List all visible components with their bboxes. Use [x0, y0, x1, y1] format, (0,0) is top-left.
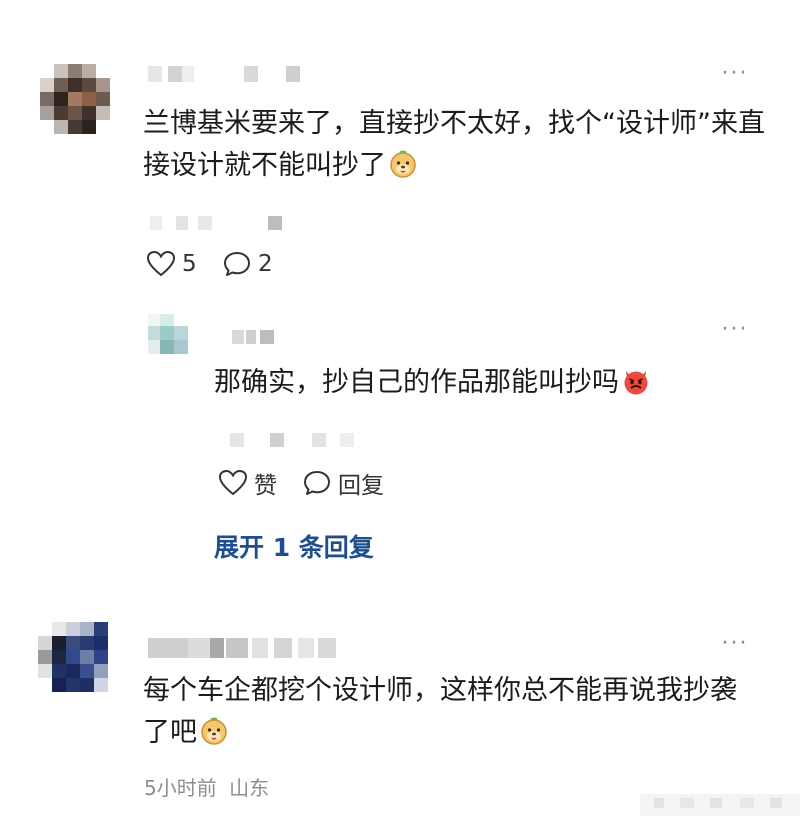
emoji-dog-icon [199, 716, 229, 759]
username[interactable] [148, 66, 308, 82]
reply-reply-button[interactable]: 回复 [302, 466, 384, 500]
username[interactable] [148, 638, 340, 658]
timestamp: 5小时前 [144, 776, 217, 800]
reply-like-label: 赞 [254, 473, 277, 499]
reply-like-button[interactable]: 赞 [218, 466, 277, 500]
comment-text: 每个车企都挖个设计师，这样你总不能再说我抄袭了吧 [143, 670, 743, 759]
reply-username[interactable] [232, 330, 292, 344]
heart-icon [218, 469, 248, 496]
reply-timestamp-location [230, 433, 360, 447]
reply-text: 那确实，抄自己的作品那能叫抄吗 [214, 362, 734, 409]
timestamp-location: 5小时前 山东 [144, 772, 269, 801]
emoji-devil-icon [621, 366, 651, 409]
more-icon[interactable]: ··· [718, 633, 752, 655]
avatar[interactable] [38, 622, 110, 706]
reply-count: 2 [258, 251, 273, 277]
comment-bubble-icon [304, 471, 330, 495]
like-button[interactable]: 5 [146, 250, 197, 278]
more-icon[interactable]: ··· [718, 63, 752, 85]
timestamp-location [150, 216, 290, 230]
reply-more-icon[interactable]: ··· [718, 319, 752, 341]
reply-button[interactable]: 2 [222, 250, 273, 278]
emoji-dog-icon [388, 149, 418, 192]
comment-text: 兰博基米要来了，直接抄不太好，找个“设计师”来直接设计就不能叫抄了 [143, 103, 773, 192]
like-count: 5 [182, 251, 197, 277]
location: 山东 [229, 776, 270, 800]
watermark [640, 788, 800, 816]
heart-icon [146, 250, 176, 277]
expand-replies-link[interactable]: 展开 1 条回复 [214, 528, 374, 564]
comment-bubble-icon [224, 252, 250, 276]
reply-avatar[interactable] [148, 314, 192, 358]
reply-reply-label: 回复 [338, 473, 384, 499]
avatar[interactable] [40, 64, 112, 136]
